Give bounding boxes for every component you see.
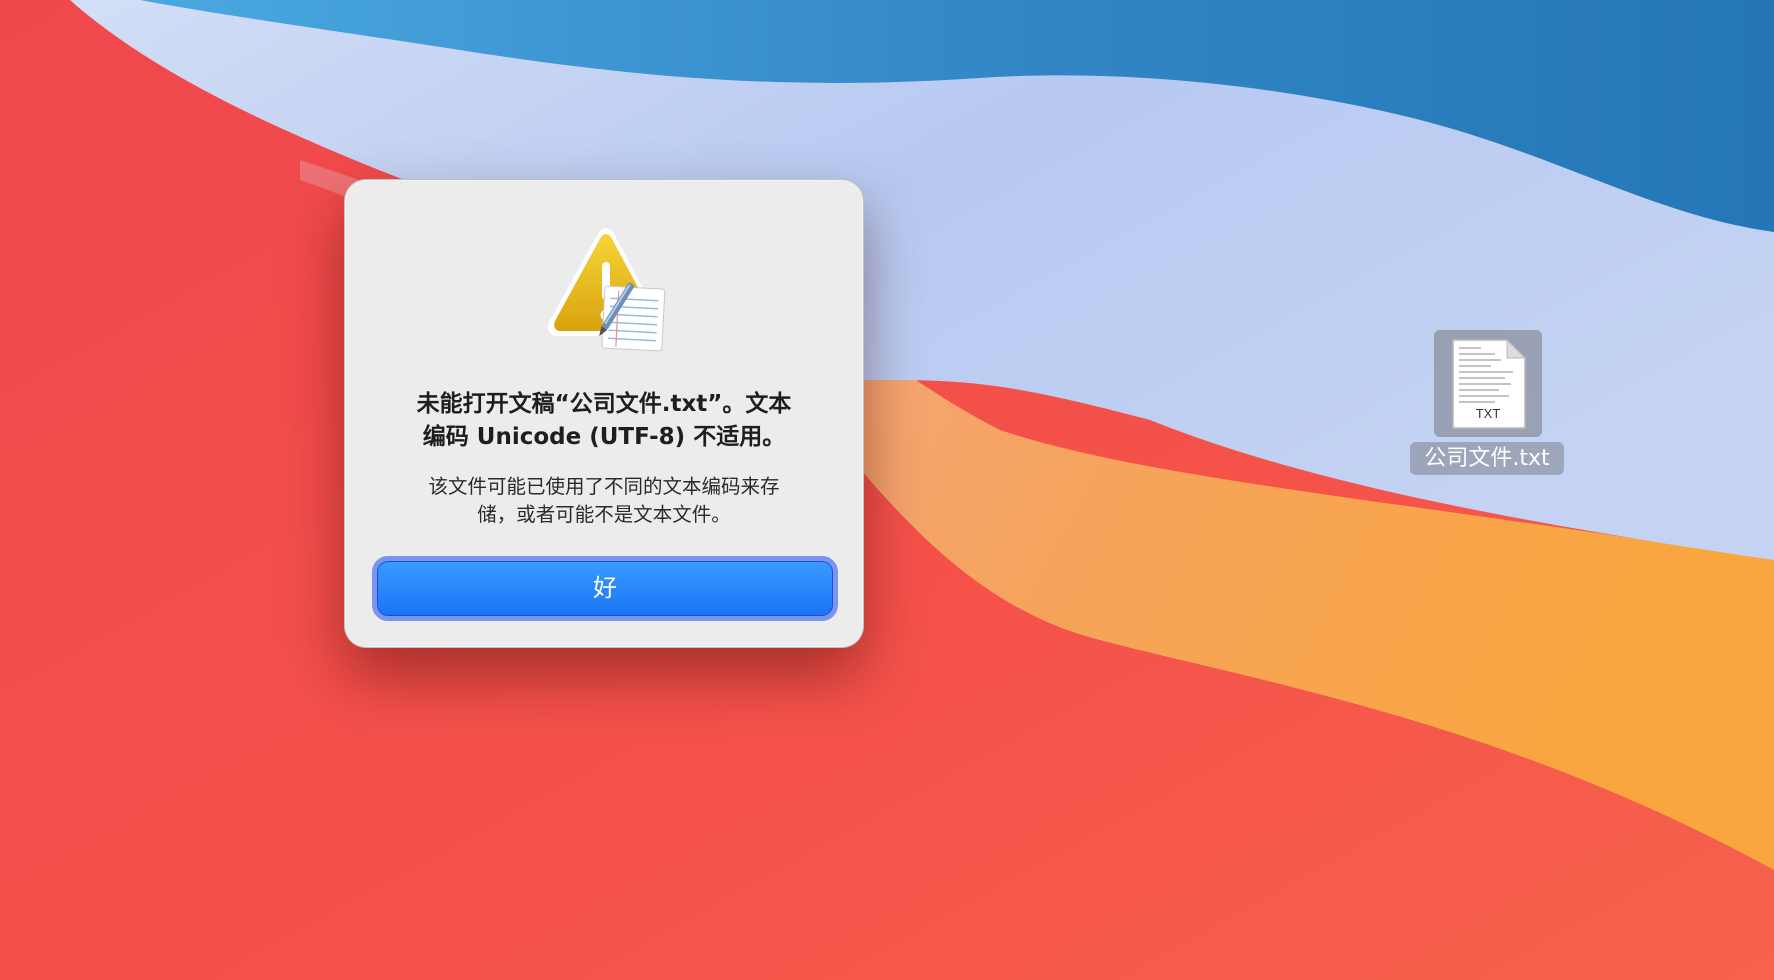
file-extension-badge: TXT xyxy=(1475,406,1501,421)
alert-title-line-1: 未能打开文稿“公司文件.txt”。文本 xyxy=(416,391,792,417)
alert-title: 未能打开文稿“公司文件.txt”。文本 编码 Unicode (UTF-8) 不… xyxy=(385,388,823,454)
alert-message: 该文件可能已使用了不同的文本编码来存 储，或者可能不是文本文件。 xyxy=(385,473,823,529)
ok-button[interactable]: 好 xyxy=(372,556,838,621)
desktop-file-icon[interactable]: TXT xyxy=(1434,330,1542,437)
alert-message-line-2: 储，或者可能不是文本文件。 xyxy=(477,503,731,526)
wallpaper xyxy=(0,0,1774,980)
alert-message-line-1: 该文件可能已使用了不同的文本编码来存 xyxy=(428,475,780,498)
alert-title-line-2: 编码 Unicode (UTF-8) 不适用。 xyxy=(422,424,786,450)
desktop: 未能打开文稿“公司文件.txt”。文本 编码 Unicode (UTF-8) 不… xyxy=(0,0,1774,980)
desktop-file-name[interactable]: 公司文件.txt xyxy=(1410,442,1564,475)
caution-textedit-icon xyxy=(547,228,666,352)
alert-dialog: 未能打开文稿“公司文件.txt”。文本 编码 Unicode (UTF-8) 不… xyxy=(344,179,864,648)
